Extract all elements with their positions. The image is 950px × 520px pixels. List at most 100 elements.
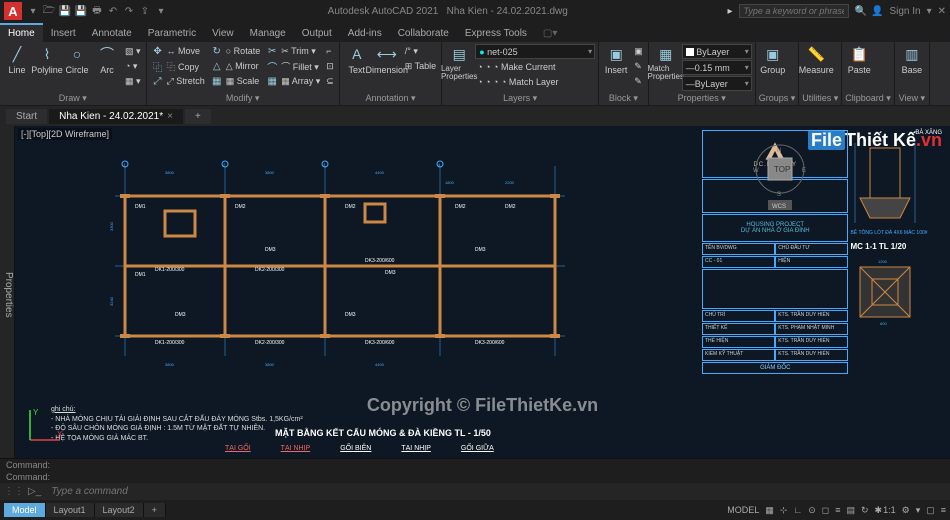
tab-insert[interactable]: Insert bbox=[43, 25, 84, 42]
qat-plot-icon[interactable]: 🖶 bbox=[90, 4, 104, 18]
match-layer-button[interactable]: ◔ ◔ ◔ ◔ Match Layer bbox=[475, 75, 595, 89]
qat-saveas-icon[interactable]: 💾 bbox=[74, 4, 88, 18]
tab-view[interactable]: View bbox=[204, 25, 242, 42]
tab-collaborate[interactable]: Collaborate bbox=[390, 25, 457, 42]
leader-button[interactable]: /° ▾ bbox=[403, 44, 438, 58]
svg-text:DM2: DM2 bbox=[455, 204, 466, 210]
table-button[interactable]: ⊞ Table bbox=[403, 59, 438, 73]
dimension-button[interactable]: ⟷Dimension bbox=[373, 44, 401, 75]
panel-title-modify[interactable]: Modify ▾ bbox=[150, 92, 336, 105]
viewcube[interactable]: TOP NS WE WCS bbox=[750, 144, 810, 217]
paste-button[interactable]: 📋Paste bbox=[845, 44, 873, 75]
clean-icon[interactable]: ▢ bbox=[926, 505, 935, 516]
command-handle-icon[interactable]: ⋮⋮ bbox=[4, 486, 24, 497]
copy-button[interactable]: ⿻⿻ Copy bbox=[150, 59, 207, 73]
tab-home[interactable]: Home bbox=[0, 23, 43, 42]
qat-save-icon[interactable]: 💾 bbox=[58, 4, 72, 18]
linetype-combo[interactable]: — ByLayer bbox=[682, 76, 752, 91]
panel-title-layers[interactable]: Layers ▾ bbox=[445, 92, 595, 105]
properties-palette-tab[interactable]: Properties bbox=[0, 126, 15, 458]
qat-more-icon[interactable]: ▾ bbox=[154, 4, 168, 18]
base-button[interactable]: ▥Base bbox=[898, 44, 926, 75]
close-icon[interactable]: × bbox=[167, 111, 173, 122]
match-props-button[interactable]: ▦Match Properties bbox=[652, 44, 680, 81]
tab-new[interactable]: + bbox=[185, 109, 211, 124]
ortho-icon[interactable]: ∟ bbox=[793, 505, 802, 515]
tab-parametric[interactable]: Parametric bbox=[140, 25, 204, 42]
app-menu-icon[interactable]: ✕ bbox=[938, 6, 946, 17]
layout-1[interactable]: Layout1 bbox=[46, 503, 95, 517]
help-search-input[interactable] bbox=[739, 4, 849, 18]
qat-undo-icon[interactable]: ↶ bbox=[106, 4, 120, 18]
array-button[interactable]: ▦▦ Array ▾ bbox=[264, 74, 322, 88]
annoscale[interactable]: ✱ 1:1 bbox=[875, 505, 896, 516]
arc-button[interactable]: ⌒Arc bbox=[93, 44, 121, 75]
insert-button[interactable]: ▣Insert bbox=[602, 44, 630, 75]
status-model[interactable]: MODEL bbox=[727, 505, 759, 515]
tab-start[interactable]: Start bbox=[6, 109, 47, 124]
svg-text:DM2: DM2 bbox=[345, 204, 356, 210]
line-button[interactable]: ╱Line bbox=[3, 44, 31, 75]
app-logo[interactable]: A bbox=[4, 2, 22, 20]
search-icon[interactable]: 🔍 bbox=[855, 6, 867, 17]
trans-icon[interactable]: ▤ bbox=[846, 505, 855, 516]
qat-new-icon[interactable]: ▾ bbox=[26, 4, 40, 18]
tab-document[interactable]: Nha Kien - 24.02.2021*× bbox=[49, 109, 183, 124]
layout-model[interactable]: Model bbox=[4, 503, 46, 517]
workspace-icon[interactable]: ▾ bbox=[916, 505, 921, 516]
cycle-icon[interactable]: ↻ bbox=[861, 505, 869, 516]
move-button[interactable]: ✥↔ Move bbox=[150, 44, 207, 58]
stretch-button[interactable]: ⤢⤢ Stretch bbox=[150, 74, 207, 88]
color-combo[interactable]: ByLayer bbox=[682, 44, 752, 59]
svg-text:N: N bbox=[777, 148, 781, 154]
help-caret-icon[interactable]: ▸ bbox=[728, 6, 733, 17]
measure-button[interactable]: 📏Measure bbox=[802, 44, 830, 75]
tab-featured[interactable]: ▢▾ bbox=[535, 25, 565, 42]
group-button[interactable]: ▣Group bbox=[759, 44, 787, 75]
signin-icon[interactable]: 👤 bbox=[871, 6, 883, 17]
draw-more[interactable]: ▧ ▾ bbox=[123, 44, 143, 58]
signin-link[interactable]: Sign In bbox=[889, 6, 920, 17]
tab-express[interactable]: Express Tools bbox=[457, 25, 535, 42]
qat-open-icon[interactable]: 🗁 bbox=[42, 4, 56, 18]
layer-props-button[interactable]: ▤Layer Properties bbox=[445, 44, 473, 81]
svg-text:3800: 3800 bbox=[165, 170, 175, 175]
panel-title-props[interactable]: Properties ▾ bbox=[652, 92, 752, 105]
layer-combo[interactable]: ● net-025 bbox=[475, 44, 595, 59]
osnap-icon[interactable]: ◻ bbox=[822, 505, 829, 516]
title-text: Autodesk AutoCAD 2021 Nha Kien - 24.02.2… bbox=[172, 6, 724, 17]
snap-icon[interactable]: ⊹ bbox=[780, 505, 788, 516]
mirror-button[interactable]: △△ Mirror bbox=[209, 59, 262, 73]
custom-icon[interactable]: ≡ bbox=[941, 505, 946, 515]
tab-manage[interactable]: Manage bbox=[242, 25, 294, 42]
scale-button[interactable]: ▦▦ Scale bbox=[209, 74, 262, 88]
gear-icon[interactable]: ⚙ bbox=[902, 505, 910, 516]
circle-button[interactable]: ○Circle bbox=[63, 44, 91, 75]
svg-text:1800: 1800 bbox=[445, 180, 455, 185]
layout-2[interactable]: Layout2 bbox=[95, 503, 144, 517]
fillet-button[interactable]: ⌒⌒ Fillet ▾ bbox=[264, 59, 322, 73]
rotate-button[interactable]: ↻○ Rotate bbox=[209, 44, 262, 58]
support-labels: TẠI GỐITẠI NHỊP GỐI BIÊNTẠI NHỊPGỐI GIỮA bbox=[225, 445, 494, 452]
command-input[interactable] bbox=[45, 484, 946, 499]
polar-icon[interactable]: ⊙ bbox=[808, 505, 816, 516]
qat-redo-icon[interactable]: ↷ bbox=[122, 4, 136, 18]
svg-text:4: 4 bbox=[438, 162, 441, 167]
tab-addins[interactable]: Add-ins bbox=[340, 25, 390, 42]
panel-title-annot[interactable]: Annotation ▾ bbox=[343, 92, 438, 105]
qat-share-icon[interactable]: ⇪ bbox=[138, 4, 152, 18]
grid-icon[interactable]: ▦ bbox=[765, 505, 774, 516]
trim-button[interactable]: ✂✂ Trim ▾ bbox=[264, 44, 322, 58]
lwdisplay-icon[interactable]: ≡ bbox=[835, 505, 840, 515]
dropdown-icon[interactable]: ▾ bbox=[927, 6, 932, 17]
layout-add[interactable]: + bbox=[144, 503, 166, 517]
lineweight-combo[interactable]: — 0.15 mm bbox=[682, 60, 752, 75]
drawing-canvas[interactable]: [-][Top][2D Wireframe] FileThiết Kế.vn bbox=[15, 126, 950, 458]
polyline-button[interactable]: ⌇Polyline bbox=[33, 44, 61, 75]
viewport-label[interactable]: [-][Top][2D Wireframe] bbox=[18, 128, 112, 140]
make-current-button[interactable]: ◔ ◔ ◔ Make Current bbox=[475, 60, 595, 74]
panel-title-block[interactable]: Block ▾ bbox=[602, 92, 645, 105]
tab-annotate[interactable]: Annotate bbox=[84, 25, 140, 42]
tab-output[interactable]: Output bbox=[294, 25, 340, 42]
panel-title-draw[interactable]: Draw ▾ bbox=[3, 92, 143, 105]
